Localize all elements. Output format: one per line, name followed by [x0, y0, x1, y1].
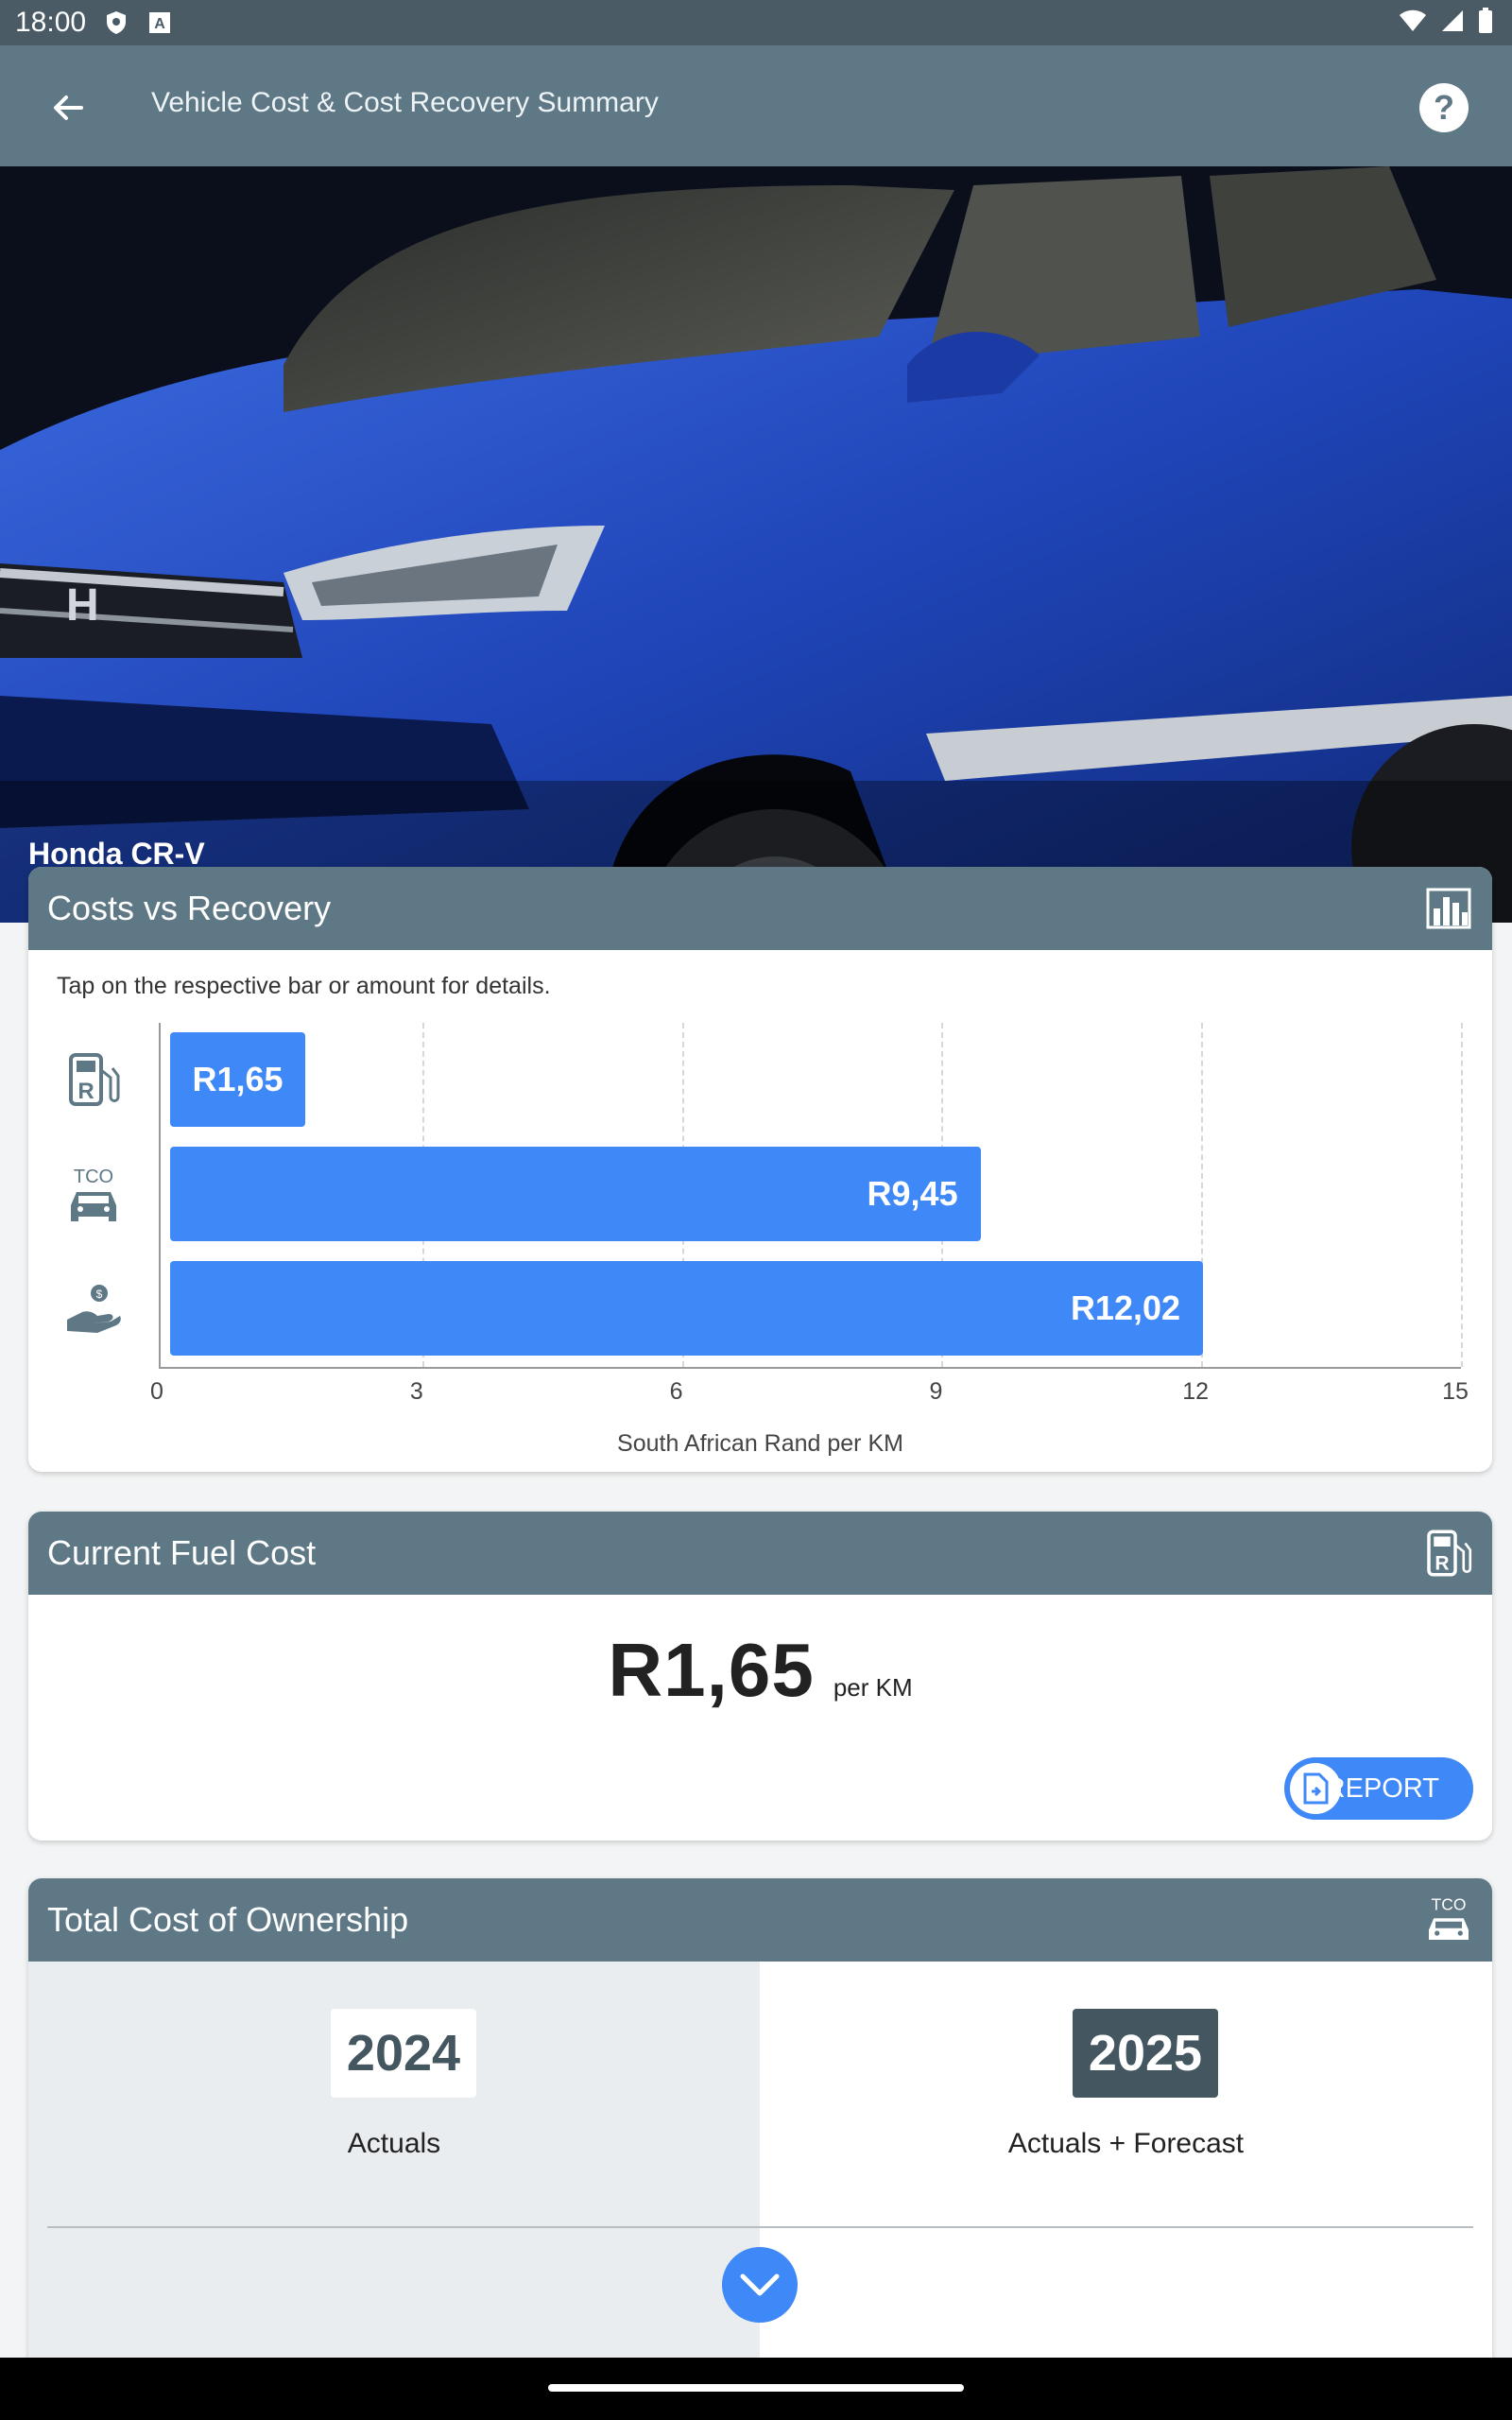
back-arrow-icon[interactable]	[42, 81, 94, 134]
recovery-hand-coin-icon[interactable]: $	[60, 1275, 127, 1341]
x-axis-line	[159, 1367, 1461, 1369]
shield-icon	[103, 9, 129, 36]
bar-fuel[interactable]: R1,65	[170, 1032, 306, 1127]
tco-actuals-pane[interactable]: 2024 Actuals	[28, 1962, 760, 2389]
system-nav-bar	[0, 2358, 1512, 2420]
car-illustration: H	[0, 166, 1512, 923]
fuel-pump-icon[interactable]: R	[60, 1046, 127, 1113]
x-tick-label: 15	[1442, 1378, 1469, 1405]
tco-card-header: Total Cost of Ownership TCO	[28, 1878, 1492, 1962]
x-tick-label: 9	[929, 1378, 943, 1405]
bar-value-label[interactable]: R1,65	[193, 1060, 284, 1099]
x-tick-label: 0	[150, 1378, 163, 1405]
tco-car-icon[interactable]: TCO	[60, 1161, 127, 1227]
svg-text:TCO: TCO	[1432, 1895, 1467, 1914]
tco-car-icon: TCO	[1422, 1893, 1475, 1946]
fuel-pump-icon: R	[1422, 1527, 1475, 1580]
home-gesture-handle[interactable]	[548, 2384, 964, 2392]
year-2024-label: Actuals	[347, 2128, 441, 2159]
status-time: 18:00	[15, 7, 87, 38]
fuel-cost-amount[interactable]: R1,65	[608, 1628, 814, 1712]
wifi-icon	[1399, 9, 1427, 41]
svg-text:A: A	[154, 16, 165, 32]
x-axis-label: South African Rand per KM	[617, 1430, 903, 1457]
fuel-card-header: Current Fuel Cost R	[28, 1512, 1492, 1595]
page-title: Vehicle Cost & Cost Recovery Summary	[151, 87, 659, 118]
svg-text:R: R	[1435, 1553, 1449, 1575]
tco-card-title: Total Cost of Ownership	[47, 1900, 409, 1939]
svg-text:H: H	[66, 580, 99, 631]
a-badge-icon: A	[146, 9, 173, 36]
vehicle-photo: H Honda CR-V	[0, 166, 1512, 923]
year-2024-badge[interactable]: 2024	[331, 2009, 476, 2098]
bar-value-label[interactable]: R9,45	[868, 1174, 958, 1214]
app-bar: Vehicle Cost & Cost Recovery Summary ?	[0, 45, 1512, 166]
status-bar: 18:00 A	[0, 0, 1512, 45]
signal-icon	[1440, 9, 1465, 41]
total-cost-of-ownership-card: Total Cost of Ownership TCO 2024 Actuals…	[28, 1878, 1492, 2389]
fuel-card-title: Current Fuel Cost	[47, 1533, 317, 1572]
fuel-cost-unit: per KM	[833, 1673, 913, 1702]
svg-text:R: R	[77, 1079, 94, 1104]
year-2025-label: Actuals + Forecast	[1007, 2128, 1245, 2159]
costs-vs-recovery-card: Costs vs Recovery Tap on the respective …	[28, 867, 1492, 1472]
svg-text:TCO: TCO	[74, 1167, 113, 1187]
fuel-cost-value[interactable]: R1,65 per KM	[28, 1627, 1492, 1714]
bar-recovery[interactable]: R12,02	[170, 1261, 1204, 1356]
battery-icon	[1478, 8, 1493, 42]
x-tick-label: 6	[669, 1378, 683, 1405]
tco-forecast-pane[interactable]: 2025 Actuals + Forecast	[760, 1962, 1492, 2389]
current-fuel-cost-card: Current Fuel Cost R R1,65 per KM REPORT	[28, 1512, 1492, 1841]
svg-text:$: $	[96, 1288, 103, 1301]
grid-line	[1461, 1023, 1463, 1367]
divider	[47, 2226, 1473, 2228]
y-axis-line	[159, 1023, 161, 1367]
help-icon[interactable]: ?	[1418, 81, 1470, 134]
document-icon	[1290, 1763, 1341, 1814]
x-tick-label: 3	[409, 1378, 423, 1405]
bar-value-label[interactable]: R12,02	[1071, 1288, 1180, 1328]
bar-tco[interactable]: R9,45	[170, 1147, 981, 1241]
report-button-label: REPORT	[1325, 1772, 1439, 1804]
svg-text:?: ?	[1434, 88, 1454, 127]
report-button[interactable]: REPORT	[1284, 1757, 1473, 1820]
costs-bar-chart: R TCO $ 0 3 6 9 12 15 R1,65 R9,45 R12,02 South Af…	[28, 867, 1492, 1472]
x-tick-label: 12	[1182, 1378, 1210, 1405]
year-2025-badge[interactable]: 2025	[1073, 2009, 1218, 2098]
expand-chevron-down-icon[interactable]	[722, 2247, 798, 2323]
